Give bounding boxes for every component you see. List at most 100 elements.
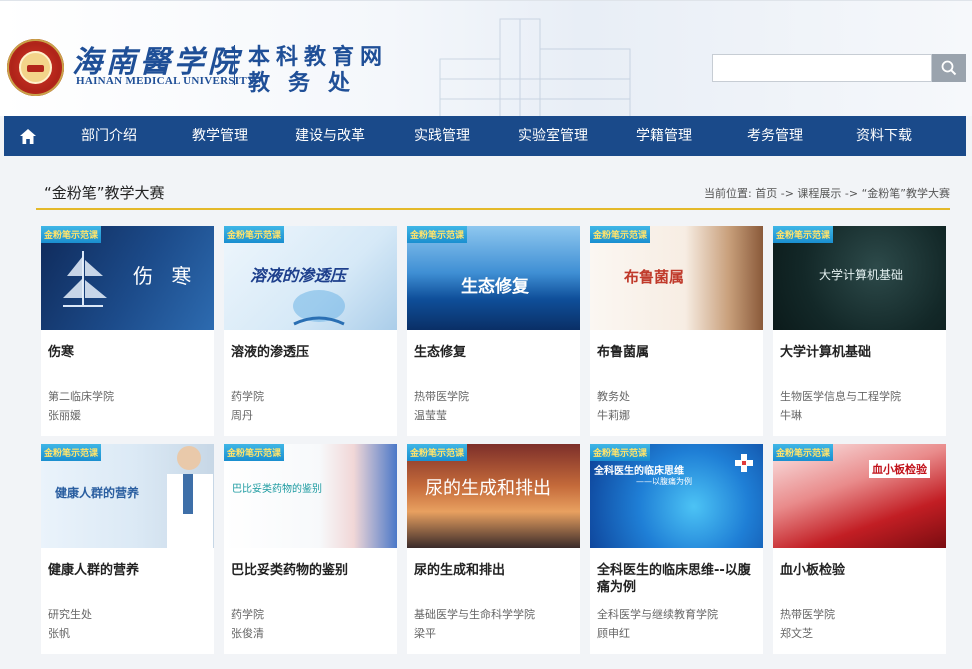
thumbnail-title: 生态修复 — [461, 277, 529, 297]
header-divider — [234, 45, 235, 85]
doctor-illustration — [167, 446, 213, 548]
course-teacher: 牛琳 — [780, 409, 802, 422]
search-input[interactable] — [712, 54, 932, 82]
course-thumbnail[interactable]: 金粉笔示范课 血小板检验 — [773, 444, 946, 548]
course-card[interactable]: 金粉笔示范课 生态修复 生态修复 热带医学院 温莹莹 — [407, 226, 580, 436]
course-thumbnail[interactable]: 金粉笔示范课 全科医生的临床思维 ——以腹痛为例 — [590, 444, 763, 548]
thumbnail-title: 伤 寒 — [133, 264, 198, 288]
course-thumbnail[interactable]: 金粉笔示范课 尿的生成和排出 — [407, 444, 580, 548]
nav-item-exam-mgmt[interactable]: 考务管理 — [720, 116, 830, 156]
nav-home[interactable] — [4, 116, 52, 156]
course-teacher: 周丹 — [231, 409, 253, 422]
thumbnail-title: 血小板检验 — [869, 460, 930, 478]
course-college: 第二临床学院 — [48, 390, 114, 403]
thumbnail-subtitle: ——以腹痛为例 — [636, 477, 692, 486]
page-title: “金粉笔”教学大赛 — [44, 184, 165, 202]
course-card[interactable]: 金粉笔示范课 血小板检验 血小板检验 热带医学院 郑文芝 — [773, 444, 946, 654]
nav-item-construction-reform[interactable]: 建设与改革 — [274, 116, 386, 156]
course-thumbnail[interactable]: 金粉笔示范课 大学计算机基础 — [773, 226, 946, 330]
course-card[interactable]: 金粉笔示范课 大学计算机基础 大学计算机基础 生物医学信息与工程学院 牛琳 — [773, 226, 946, 436]
university-seal-logo[interactable] — [7, 39, 64, 96]
course-teacher: 顾申红 — [597, 627, 630, 640]
course-thumbnail[interactable]: 金粉笔示范课 伤 寒 — [41, 226, 214, 330]
course-card[interactable]: 金粉笔示范课 尿的生成和排出 尿的生成和排出 基础医学与生命科学学院 梁平 — [407, 444, 580, 654]
badge-golden-chalk: 金粉笔示范课 — [590, 444, 651, 461]
course-name[interactable]: 巴比妥类药物的鉴别 — [231, 562, 391, 579]
beaker-illustration — [293, 290, 345, 326]
thumbnail-title: 溶液的渗透压 — [250, 266, 347, 285]
site-header: 海南醫学院 HAINAN MEDICAL UNIVERSITY 本科教育网 教务… — [0, 0, 972, 117]
badge-golden-chalk: 金粉笔示范课 — [407, 226, 468, 243]
course-thumbnail[interactable]: 金粉笔示范课 巴比妥类药物的鉴别 — [224, 444, 397, 548]
nav-item-teaching-mgmt[interactable]: 教学管理 — [166, 116, 274, 156]
course-name[interactable]: 血小板检验 — [780, 562, 940, 579]
search-icon — [941, 60, 957, 76]
course-college: 药学院 — [231, 390, 264, 403]
course-teacher: 郑文芝 — [780, 627, 813, 640]
course-college: 研究生处 — [48, 608, 92, 621]
nav-item-downloads[interactable]: 资料下载 — [830, 116, 938, 156]
course-name[interactable]: 大学计算机基础 — [780, 344, 940, 361]
course-college: 生物医学信息与工程学院 — [780, 390, 901, 403]
course-teacher: 梁平 — [414, 627, 436, 640]
course-thumbnail[interactable]: 金粉笔示范课 溶液的渗透压 — [224, 226, 397, 330]
course-college: 药学院 — [231, 608, 264, 621]
course-teacher: 张帆 — [48, 627, 70, 640]
breadcrumb: 当前位置: 首页 -> 课程展示 -> “金粉笔”教学大赛 — [704, 185, 950, 201]
breadcrumb-sep: -> — [844, 187, 859, 200]
nav-item-lab-mgmt[interactable]: 实验室管理 — [498, 116, 608, 156]
thumbnail-title: 巴比妥类药物的鉴别 — [232, 484, 322, 495]
badge-golden-chalk: 金粉笔示范课 — [590, 226, 651, 243]
badge-golden-chalk: 金粉笔示范课 — [41, 226, 102, 243]
course-teacher: 张丽媛 — [48, 409, 81, 422]
course-name[interactable]: 尿的生成和排出 — [414, 562, 574, 579]
course-card[interactable]: 金粉笔示范课 健康人群的营养 健康人群的营养 研究生处 张帆 — [41, 444, 214, 654]
course-name[interactable]: 布鲁菌属 — [597, 344, 757, 361]
badge-golden-chalk: 金粉笔示范课 — [773, 226, 834, 243]
sailboat-illustration — [63, 251, 107, 307]
course-thumbnail[interactable]: 金粉笔示范课 健康人群的营养 — [41, 444, 214, 548]
course-college: 教务处 — [597, 390, 630, 403]
course-name[interactable]: 溶液的渗透压 — [231, 344, 391, 361]
nav-item-dept-intro[interactable]: 部门介绍 — [52, 116, 166, 156]
thumbnail-title: 全科医生的临床思维 — [594, 466, 684, 477]
thumbnail-title: 健康人群的营养 — [55, 486, 140, 500]
course-thumbnail[interactable]: 金粉笔示范课 布鲁菌属 — [590, 226, 763, 330]
course-card[interactable]: 金粉笔示范课 布鲁菌属 布鲁菌属 教务处 牛莉娜 — [590, 226, 763, 436]
course-name[interactable]: 健康人群的营养 — [48, 562, 208, 579]
badge-golden-chalk: 金粉笔示范课 — [407, 444, 468, 461]
section-title-row: “金粉笔”教学大赛 当前位置: 首页 -> 课程展示 -> “金粉笔”教学大赛 — [36, 172, 950, 210]
thumbnail-title: 尿的生成和排出 — [425, 478, 551, 499]
course-card[interactable]: 金粉笔示范课 伤 寒 伤寒 第二临床学院 张丽媛 — [41, 226, 214, 436]
course-teacher: 牛莉娜 — [597, 409, 630, 422]
thumbnail-title: 布鲁菌属 — [624, 268, 685, 286]
medical-cross-icon — [735, 454, 753, 472]
dept-title-line2: 教务处 — [248, 70, 369, 96]
course-card[interactable]: 金粉笔示范课 溶液的渗透压 溶液的渗透压 药学院 周丹 — [224, 226, 397, 436]
course-name[interactable]: 伤寒 — [48, 344, 208, 361]
course-college: 全科医学与继续教育学院 — [597, 608, 718, 621]
home-icon — [20, 128, 36, 144]
course-college: 热带医学院 — [414, 390, 469, 403]
nav-item-student-status[interactable]: 学籍管理 — [608, 116, 720, 156]
thumbnail-title: 大学计算机基础 — [819, 268, 904, 282]
badge-golden-chalk: 金粉笔示范课 — [773, 444, 834, 461]
badge-golden-chalk: 金粉笔示范课 — [224, 444, 285, 461]
school-name-en: HAINAN MEDICAL UNIVERSITY — [76, 75, 256, 87]
badge-golden-chalk: 金粉笔示范课 — [41, 444, 102, 461]
course-college: 热带医学院 — [780, 608, 835, 621]
breadcrumb-course-showcase[interactable]: 课程展示 — [797, 187, 841, 200]
course-name[interactable]: 全科医生的临床思维--以腹痛为例 — [597, 562, 757, 596]
course-thumbnail[interactable]: 金粉笔示范课 生态修复 — [407, 226, 580, 330]
course-card[interactable]: 金粉笔示范课 巴比妥类药物的鉴别 巴比妥类药物的鉴别 药学院 张俊清 — [224, 444, 397, 654]
course-card[interactable]: 金粉笔示范课 全科医生的临床思维 ——以腹痛为例 全科医生的临床思维--以腹痛为… — [590, 444, 763, 654]
search-button[interactable] — [932, 54, 966, 82]
course-college: 基础医学与生命科学学院 — [414, 608, 535, 621]
content-area: “金粉笔”教学大赛 当前位置: 首页 -> 课程展示 -> “金粉笔”教学大赛 — [36, 172, 950, 210]
course-teacher: 温莹莹 — [414, 409, 447, 422]
course-name[interactable]: 生态修复 — [414, 344, 574, 361]
badge-golden-chalk: 金粉笔示范课 — [224, 226, 285, 243]
nav-item-practice-mgmt[interactable]: 实践管理 — [386, 116, 498, 156]
breadcrumb-current[interactable]: “金粉笔”教学大赛 — [862, 187, 950, 200]
breadcrumb-home[interactable]: 首页 — [755, 187, 777, 200]
